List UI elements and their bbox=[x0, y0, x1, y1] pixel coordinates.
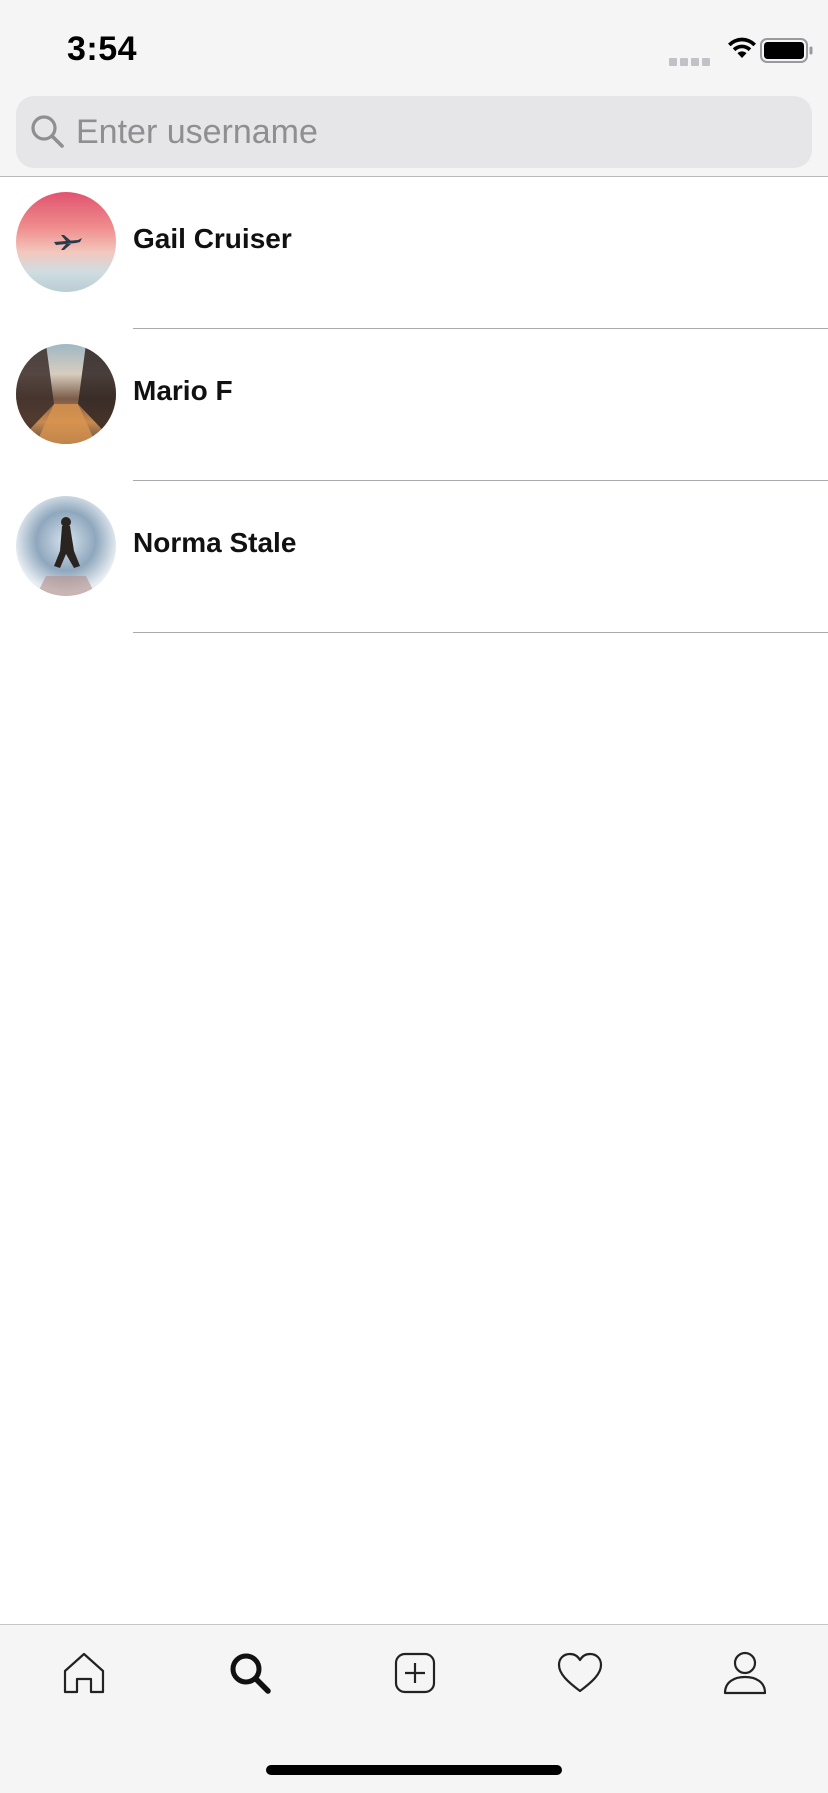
user-name: Norma Stale bbox=[133, 527, 297, 558]
user-name: Mario F bbox=[133, 375, 233, 406]
divider bbox=[133, 632, 828, 633]
tab-profile[interactable] bbox=[694, 1649, 794, 1729]
search-icon bbox=[31, 115, 64, 148]
user-row-mario-f[interactable]: Mario F bbox=[0, 329, 828, 481]
avatar[interactable] bbox=[16, 496, 116, 596]
profile-icon bbox=[723, 1651, 767, 1695]
search-field[interactable] bbox=[16, 96, 812, 168]
user-row-norma-stale[interactable]: Norma Stale bbox=[0, 481, 828, 633]
tab-bar bbox=[0, 1624, 828, 1793]
airplane-photo bbox=[54, 235, 82, 250]
add-post-icon bbox=[394, 1652, 436, 1694]
tab-add-post[interactable] bbox=[364, 1649, 464, 1729]
search-input[interactable] bbox=[76, 96, 796, 168]
search-bar-container bbox=[0, 94, 828, 177]
tab-search[interactable] bbox=[199, 1649, 299, 1729]
status-time: 3:54 bbox=[67, 30, 138, 68]
home-icon bbox=[63, 1652, 105, 1694]
avatar[interactable] bbox=[16, 192, 116, 292]
home-indicator[interactable] bbox=[266, 1765, 562, 1775]
avatar[interactable] bbox=[16, 344, 116, 444]
status-bar: 3:54 bbox=[0, 0, 828, 94]
street-photo bbox=[16, 344, 116, 444]
cellular-signal-icon bbox=[669, 53, 713, 71]
user-name: Gail Cruiser bbox=[133, 223, 292, 254]
user-list: Gail Cruiser Mario F Norma Stale bbox=[0, 177, 828, 633]
tab-activity[interactable] bbox=[529, 1649, 629, 1729]
user-row-gail-cruiser[interactable]: Gail Cruiser bbox=[0, 177, 828, 329]
dancer-photo bbox=[36, 517, 96, 596]
battery-icon bbox=[760, 38, 813, 63]
search-icon bbox=[230, 1653, 271, 1694]
wifi-icon bbox=[728, 37, 756, 58]
heart-icon bbox=[557, 1652, 603, 1693]
tab-home[interactable] bbox=[33, 1649, 133, 1729]
